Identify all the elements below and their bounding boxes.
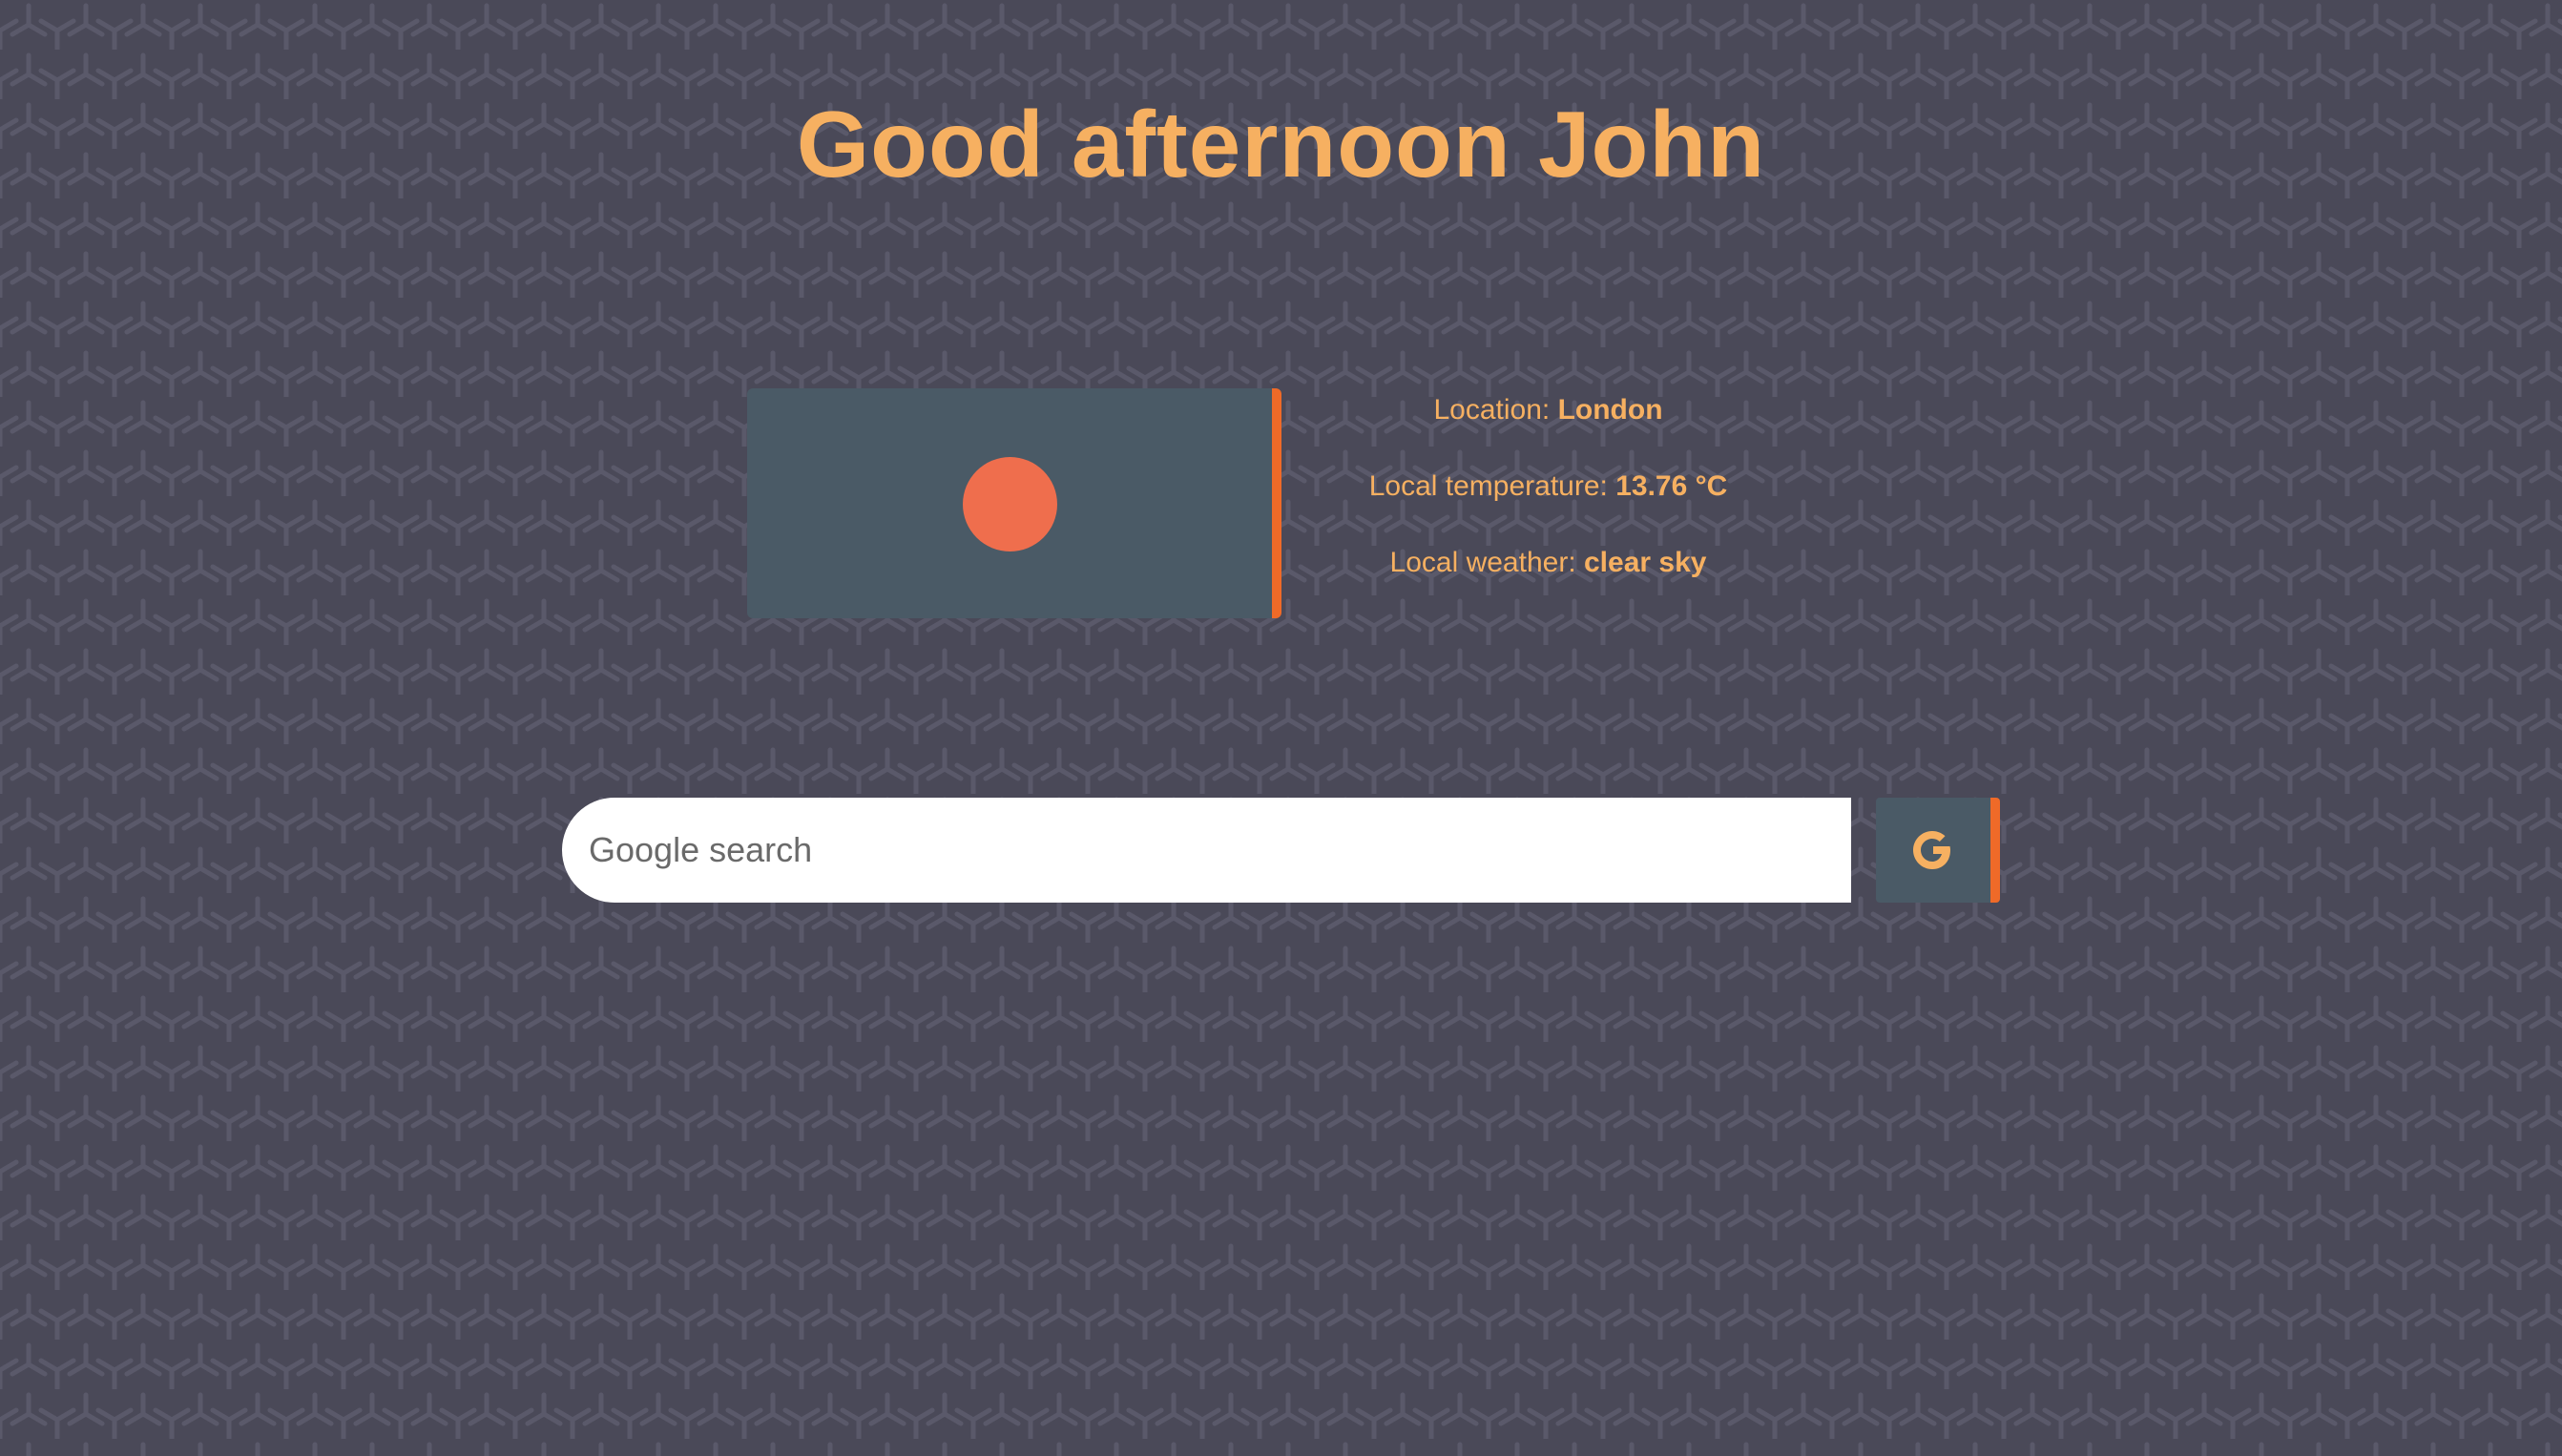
greeting-title: Good afternoon John [796, 92, 1766, 197]
google-g-icon [1913, 831, 1950, 869]
temperature-line: Local temperature: 13.76 °C [1317, 463, 1780, 539]
weather-value: clear sky [1584, 547, 1707, 578]
weather-info: Location: London Local temperature: 13.7… [1317, 386, 1780, 615]
background-pattern [0, 0, 2562, 1456]
google-search-button[interactable] [1876, 798, 2000, 903]
location-value: London [1557, 394, 1663, 426]
weather-label: Local weather: [1389, 547, 1576, 578]
weather-card [747, 388, 1281, 618]
temperature-label: Local temperature: [1368, 470, 1608, 502]
location-line: Location: London [1317, 386, 1780, 463]
search-input[interactable] [562, 798, 1851, 903]
weather-line: Local weather: clear sky [1317, 539, 1780, 615]
sun-icon [963, 457, 1057, 551]
temperature-value: 13.76 °C [1615, 470, 1728, 502]
location-label: Location: [1433, 394, 1551, 426]
